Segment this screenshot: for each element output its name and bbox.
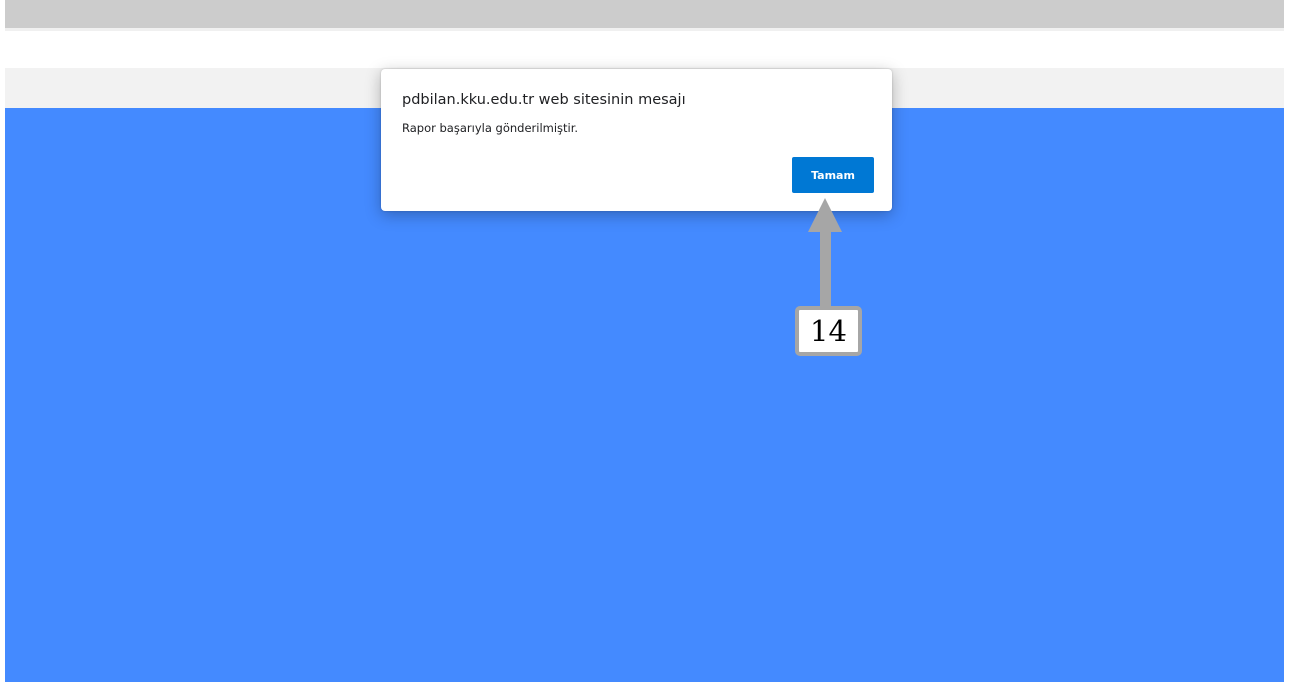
step-number-label: 14 (795, 306, 862, 356)
up-arrow-icon (808, 198, 842, 308)
annotation-overlay (808, 198, 842, 308)
